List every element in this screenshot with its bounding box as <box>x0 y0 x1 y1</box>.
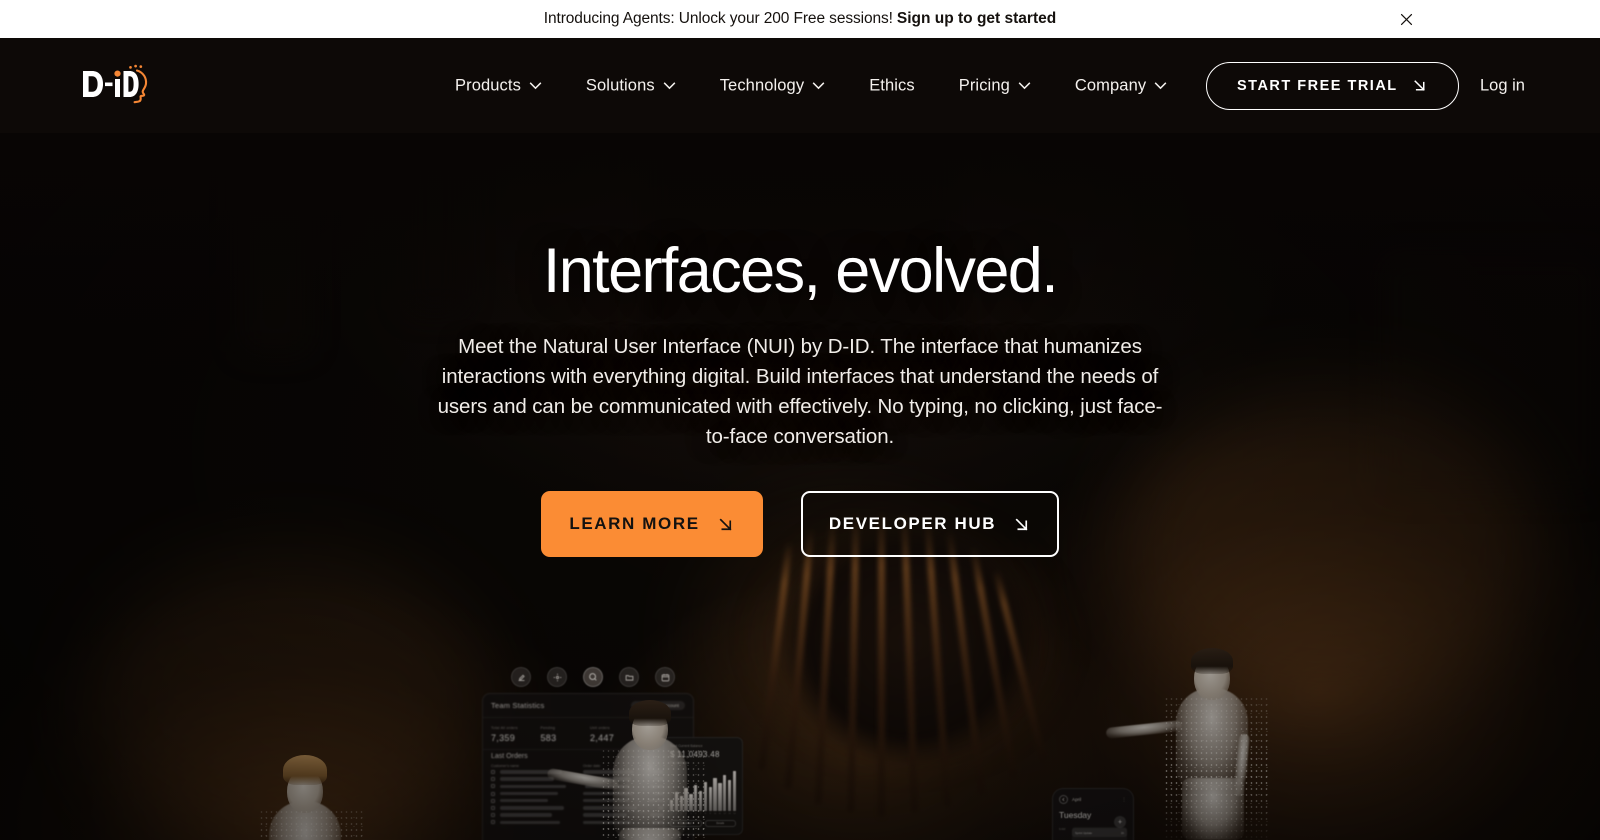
page-title: Interfaces, evolved. <box>542 236 1059 306</box>
banner-message: Introducing Agents: Unlock your 200 Free… <box>543 10 893 27</box>
banner-signup-link[interactable]: Sign up to get started <box>897 10 1056 28</box>
announcement-banner: Introducing Agents: Unlock your 200 Free… <box>0 0 1600 38</box>
developer-hub-button[interactable]: DEVELOPER HUB <box>801 491 1059 558</box>
login-link[interactable]: Log in <box>1480 76 1525 95</box>
nav-item-pricing[interactable]: Pricing <box>937 76 1053 95</box>
close-x-glyph <box>1400 13 1412 25</box>
main-navigation: Products Solutions Technology Ethics Pri… <box>455 76 1189 95</box>
nav-label: Products <box>455 76 521 94</box>
start-free-trial-button[interactable]: START FREE TRIAL <box>1206 61 1459 110</box>
arrow-down-right-icon <box>1413 80 1425 91</box>
hero-section: Interfaces, evolved. Meet the Natural Us… <box>0 133 1600 558</box>
nav-label: Pricing <box>958 76 1010 94</box>
nav-label: Ethics <box>869 76 915 94</box>
nav-item-company[interactable]: Company <box>1053 76 1189 95</box>
nav-item-solutions[interactable]: Solutions <box>564 76 698 95</box>
nav-label: Technology <box>719 76 805 94</box>
nav-label: Company <box>1074 76 1147 94</box>
chevron-down-icon <box>1154 82 1167 90</box>
nav-label: Solutions <box>585 76 655 94</box>
chevron-down-icon <box>1018 82 1031 90</box>
arrow-down-right-icon <box>719 518 732 531</box>
nav-item-technology[interactable]: Technology <box>698 76 847 95</box>
nav-item-products[interactable]: Products <box>455 76 564 95</box>
hero-paragraph: Meet the Natural User Interface (NUI) by… <box>437 335 1163 449</box>
page-root: Team Statistics Manage My Account Total … <box>0 0 1600 840</box>
nav-item-ethics[interactable]: Ethics <box>847 76 937 95</box>
did-logo[interactable] <box>80 60 150 112</box>
arrow-down-right-icon <box>1015 518 1028 531</box>
close-icon[interactable] <box>1395 8 1417 30</box>
learn-more-button[interactable]: LEARN MORE <box>541 491 763 558</box>
chevron-down-icon <box>812 82 825 90</box>
hero-buttons: LEARN MORE DEVELOPER HUB <box>541 491 1059 558</box>
site-header: Products Solutions Technology Ethics Pri… <box>0 38 1600 133</box>
chevron-down-icon <box>663 82 676 90</box>
did-logo-icon <box>83 64 148 103</box>
learn-more-label: LEARN MORE <box>569 514 700 534</box>
chevron-down-icon <box>529 82 542 90</box>
developer-hub-label: DEVELOPER HUB <box>828 514 997 534</box>
start-free-trial-label: START FREE TRIAL <box>1237 77 1398 94</box>
